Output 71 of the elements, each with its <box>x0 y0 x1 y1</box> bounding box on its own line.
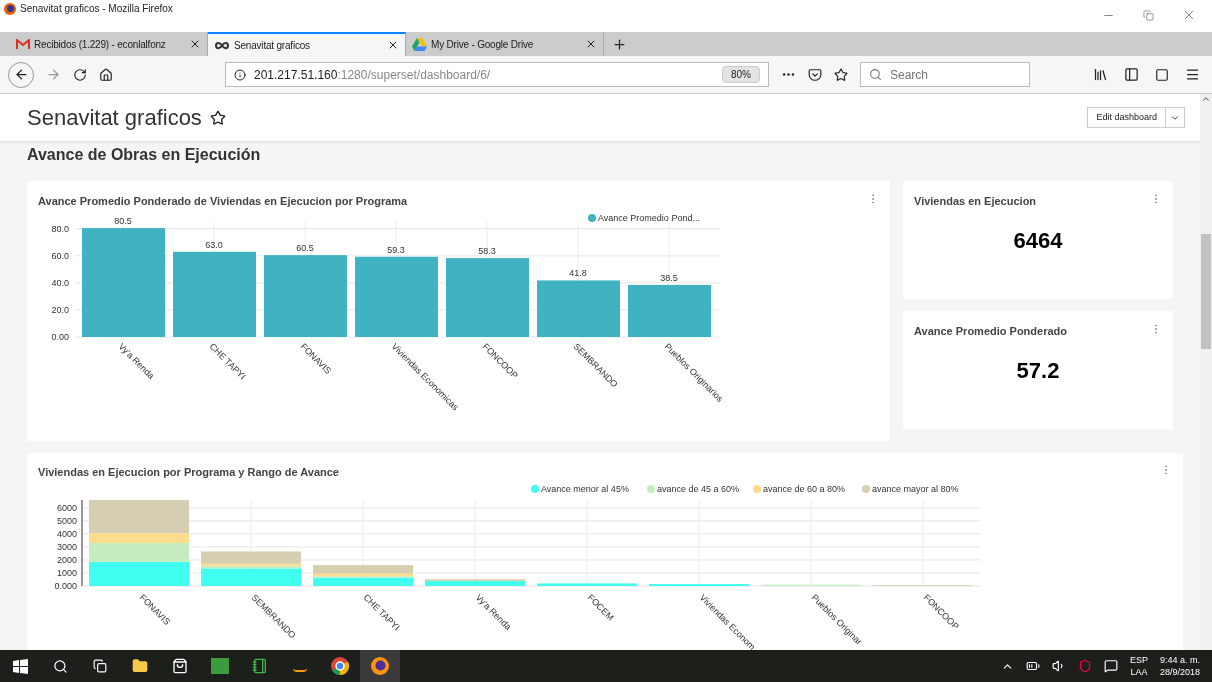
axis-tick-label: 80.0 <box>51 223 69 234</box>
chart-title: Viviendas en Ejecucion por Programa y Rango de Avance <box>38 465 339 480</box>
metric-value: 6464 <box>1013 226 1063 255</box>
axis-tick-label: 0.000 <box>54 581 77 591</box>
bookmark-star-icon[interactable] <box>834 67 848 82</box>
info-icon <box>234 68 246 81</box>
axis-tick-label: 40.0 <box>51 277 69 288</box>
tab-label: Recibidos (1.229) - econlalfonz <box>34 37 167 52</box>
legend-item: Avance menor al 45% <box>531 484 629 494</box>
zoom-badge[interactable]: 80% <box>722 66 760 83</box>
data-label: 80.5 <box>114 216 132 227</box>
search-icon <box>869 68 882 81</box>
notification-icon[interactable] <box>1103 659 1118 673</box>
browser-logo-icon <box>4 2 16 15</box>
data-label: 60.5 <box>296 243 314 254</box>
axis-tick-label: 6000 <box>56 502 77 513</box>
screenshot-icon[interactable] <box>1155 67 1169 82</box>
data-label: 59.3 <box>387 244 405 255</box>
metric-title: Avance Promedio Ponderado <box>914 324 1068 339</box>
new-tab-icon[interactable] <box>612 36 627 52</box>
data-label: 41.8 <box>569 268 587 279</box>
tab-label: My Drive - Google Drive <box>431 37 535 52</box>
library-icon[interactable] <box>1093 67 1108 82</box>
menu-icon[interactable] <box>1185 67 1200 82</box>
metric-value: 57.2 <box>1016 356 1060 385</box>
mail-icon <box>16 38 30 50</box>
axis-tick-label: 2000 <box>56 554 77 565</box>
shield-icon[interactable] <box>1077 659 1092 673</box>
scrollbar-thumb[interactable] <box>1201 234 1211 349</box>
infinity-icon <box>214 40 230 50</box>
legend-item: Avance Promedio Pond... <box>588 213 700 223</box>
legend-item: avance mayor al 80% <box>862 484 959 494</box>
axis-tick-label: 20.0 <box>51 304 69 315</box>
axis-tick-label: 1000 <box>56 567 77 578</box>
chart-title: Avance Promedio Ponderado de Viviendas en Ejecucion por Programa <box>38 194 408 209</box>
sidebar-icon[interactable] <box>1124 67 1139 82</box>
clock[interactable]: 9:44 a. m. 28/9/2018 <box>1159 654 1200 678</box>
reload-icon[interactable] <box>73 67 87 82</box>
browser-tab[interactable]: Senavitat graficos <box>208 32 406 56</box>
close-icon[interactable] <box>387 39 399 51</box>
metric-title: Viviendas en Ejecucion <box>914 194 1037 209</box>
pocket-icon[interactable] <box>808 67 822 82</box>
edit-dashboard-button[interactable]: Edit dashboard <box>1087 107 1166 128</box>
axis-tick-label: 0.00 <box>51 332 69 342</box>
section-heading: Avance de Obras en Ejecución <box>26 145 262 165</box>
legend-item: avance de 60 a 80% <box>753 484 846 494</box>
drive-icon <box>412 37 427 51</box>
data-label: 58.3 <box>478 246 496 257</box>
address-bar[interactable]: 201.217.51.160:1280/superset/dashboard/6/ 80% <box>225 62 769 87</box>
language-indicator[interactable]: ESP LAA <box>1129 654 1148 678</box>
scrollbar[interactable] <box>1200 94 1212 650</box>
dashboard-title: Senavitat graficos <box>27 104 202 132</box>
data-label: 38.5 <box>660 272 678 283</box>
axis-tick-label: 60.0 <box>51 250 69 261</box>
battery-icon[interactable] <box>1025 659 1040 673</box>
axis-tick-label: 4000 <box>56 528 77 539</box>
home-icon[interactable] <box>99 67 113 82</box>
data-label: 63.0 <box>205 239 223 250</box>
scroll-up-icon[interactable] <box>1201 94 1211 104</box>
axis-tick-label: 3000 <box>56 541 77 552</box>
close-icon[interactable] <box>189 38 201 50</box>
favorite-star-icon[interactable] <box>209 109 226 126</box>
search-field[interactable]: Search <box>860 62 1030 87</box>
legend-item: avance de 45 a 60% <box>647 484 740 494</box>
axis-tick-label: 5000 <box>56 515 77 526</box>
forward-icon[interactable] <box>46 67 61 82</box>
window-title: Senavitat graficos - Mozilla Firefox <box>20 2 173 16</box>
tab-label: Senavitat graficos <box>234 38 311 53</box>
url-text: 201.217.51.160:1280/superset/dashboard/6/ <box>254 66 492 84</box>
search-placeholder: Search <box>890 66 929 84</box>
close-icon[interactable] <box>585 38 597 50</box>
